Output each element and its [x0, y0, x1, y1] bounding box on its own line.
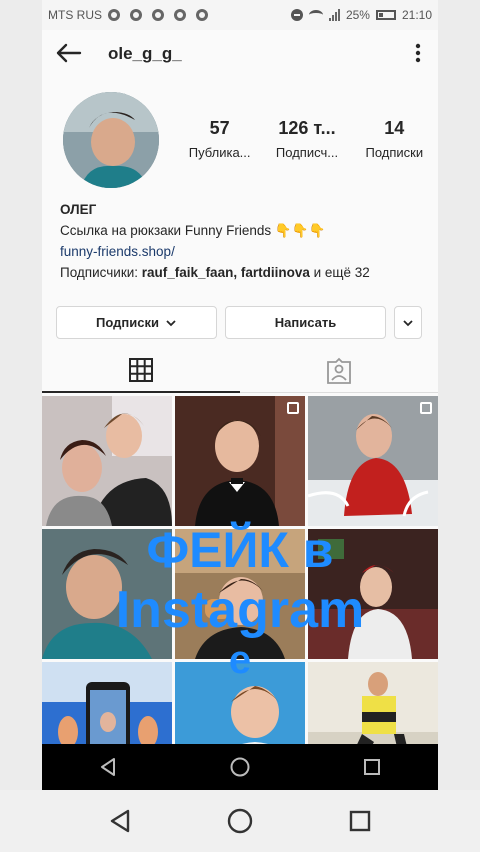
recents-square-icon[interactable] [346, 807, 374, 835]
photo-thumbnail[interactable] [42, 396, 172, 526]
profile-header: ole_g_g_ [42, 32, 438, 76]
home-circle-icon[interactable] [226, 807, 254, 835]
chevron-down-icon [403, 319, 413, 326]
clock: 21:10 [401, 8, 432, 22]
profile-bio: ОЛЕГ Ссылка на рюкзаки Funny Friends 👇👇👇… [60, 199, 430, 283]
do-not-disturb-icon [290, 9, 303, 21]
tagged-icon [327, 357, 351, 384]
back-triangle-icon[interactable] [106, 807, 134, 835]
followed-by-prefix: Подписчики: [60, 265, 139, 280]
avatar-photo [63, 92, 159, 188]
back-triangle-icon[interactable] [97, 756, 119, 778]
followed-by-suffix: и ещё 32 [313, 265, 370, 280]
photo-thumbnail[interactable] [175, 396, 305, 526]
subscribed-label: Подписки [96, 315, 159, 330]
subscribed-button[interactable]: Подписки [56, 306, 217, 339]
username: ole_g_g_ [108, 44, 182, 63]
photo-grid [42, 396, 438, 790]
chrome-notification-icon [152, 9, 164, 21]
following-stat[interactable]: 14 Подписки [351, 118, 438, 160]
followers-label: Подписч... [275, 145, 339, 160]
followed-by[interactable]: Подписчики: rauf_faik_faan, fartdiinova … [60, 262, 430, 283]
carrier-name: MTS RUS [48, 8, 102, 22]
message-label: Написать [274, 315, 337, 330]
battery-icon [375, 10, 396, 20]
avatar[interactable] [63, 92, 159, 188]
more-vert-icon[interactable] [410, 42, 426, 64]
wifi-icon [308, 10, 323, 20]
profile-tabs [42, 349, 438, 393]
inner-navigation-bar [42, 744, 438, 790]
signal-icon [328, 9, 340, 21]
following-count: 14 [384, 118, 405, 138]
posts-stat[interactable]: 57 Публика... [176, 118, 263, 160]
chrome-notification-icon [108, 9, 120, 21]
photo-thumbnail[interactable] [42, 529, 172, 659]
tab-grid[interactable] [42, 349, 240, 393]
profile-actions: Подписки Написать [56, 306, 424, 339]
followed-by-names: rauf_faik_faan, fartdiinova [141, 265, 310, 280]
pointing-down-emoji: 👇👇👇 [274, 223, 326, 238]
photo-thumbnail[interactable] [308, 529, 438, 659]
profile-stats: 57 Публика... 126 т... Подписч... 14 Под… [176, 118, 438, 160]
system-navigation-bar [0, 790, 480, 852]
photo-thumbnail[interactable] [175, 529, 305, 659]
multiple-photos-icon [420, 402, 432, 414]
suggested-accounts-button[interactable] [394, 306, 422, 339]
bio-link[interactable]: funny-friends.shop/ [60, 241, 430, 262]
chrome-notification-icon [196, 9, 208, 21]
status-bar: MTS RUS 25% 21:10 [42, 0, 438, 30]
followers-stat[interactable]: 126 т... Подписч... [263, 118, 350, 160]
home-circle-icon[interactable] [229, 756, 251, 778]
chevron-down-icon [166, 319, 176, 326]
back-arrow-icon[interactable] [54, 42, 82, 64]
message-button[interactable]: Написать [225, 306, 386, 339]
phone-screen: MTS RUS 25% 21:10 ole_g_g_ 57 Публика...… [42, 0, 438, 790]
followers-count: 126 т... [278, 118, 336, 138]
grid-icon [129, 358, 153, 382]
photo-thumbnail[interactable] [308, 396, 438, 526]
following-label: Подписки [365, 145, 424, 160]
display-name: ОЛЕГ [60, 202, 97, 217]
battery-percent: 25% [345, 8, 370, 22]
multiple-photos-icon [287, 402, 299, 414]
chrome-notification-icon [130, 9, 142, 21]
posts-count: 57 [209, 118, 230, 138]
chrome-notification-icon [174, 9, 186, 21]
recents-square-icon[interactable] [361, 756, 383, 778]
posts-label: Публика... [188, 145, 251, 160]
bio-line: Ссылка на рюкзаки Funny Friends 👇👇👇 [60, 220, 430, 241]
tab-tagged[interactable] [240, 349, 438, 393]
bio-text: Ссылка на рюкзаки Funny Friends [60, 223, 272, 238]
